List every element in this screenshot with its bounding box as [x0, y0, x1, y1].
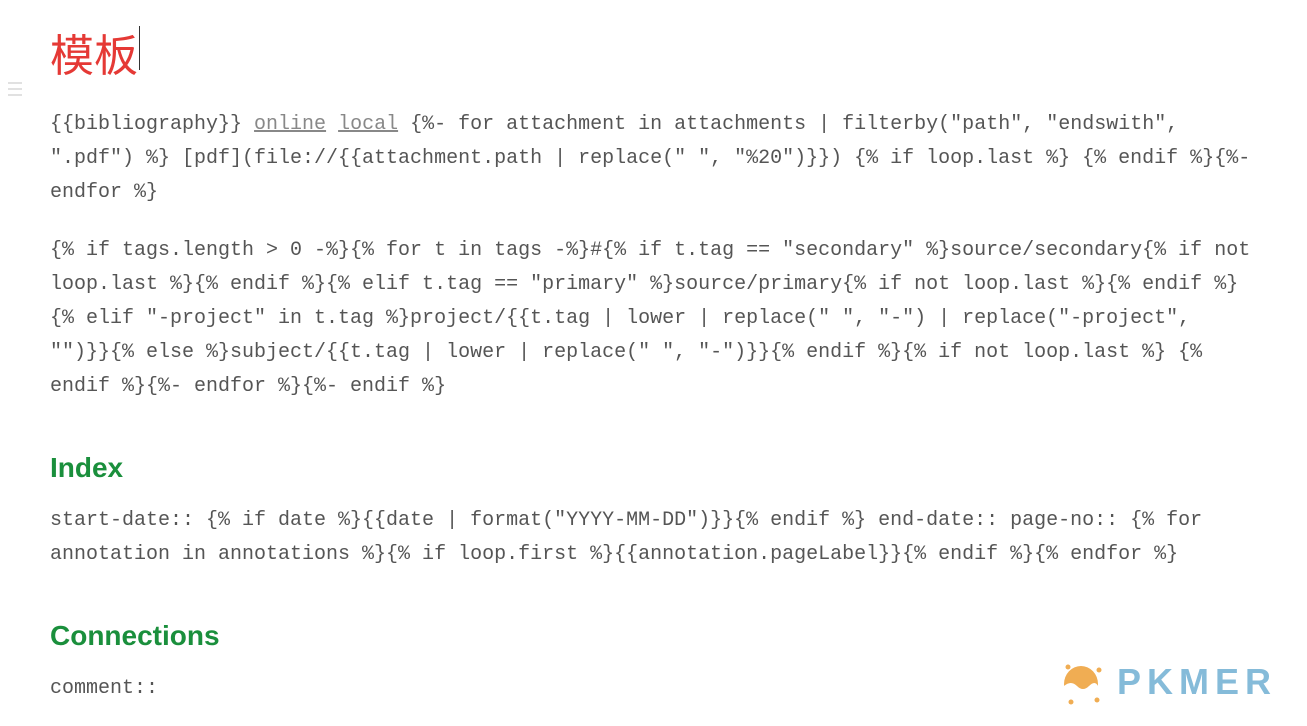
heading-connections: Connections — [50, 620, 1257, 652]
logo-icon — [1057, 658, 1105, 706]
watermark: PKMER — [1057, 658, 1277, 706]
watermark-text: PKMER — [1117, 661, 1277, 703]
local-link[interactable]: local — [338, 113, 398, 136]
heading-index: Index — [50, 452, 1257, 484]
template-paragraph-1: {{bibliography}} online local {%- for at… — [50, 108, 1257, 210]
page-title: 模板 — [50, 20, 138, 84]
bibliography-placeholder: {{bibliography}} — [50, 113, 254, 136]
menu-icon[interactable] — [8, 82, 26, 96]
template-paragraph-3: start-date:: {% if date %}{{date | forma… — [50, 504, 1257, 572]
online-link[interactable]: online — [254, 113, 326, 136]
template-paragraph-2: {% if tags.length > 0 -%}{% for t in tag… — [50, 234, 1257, 404]
